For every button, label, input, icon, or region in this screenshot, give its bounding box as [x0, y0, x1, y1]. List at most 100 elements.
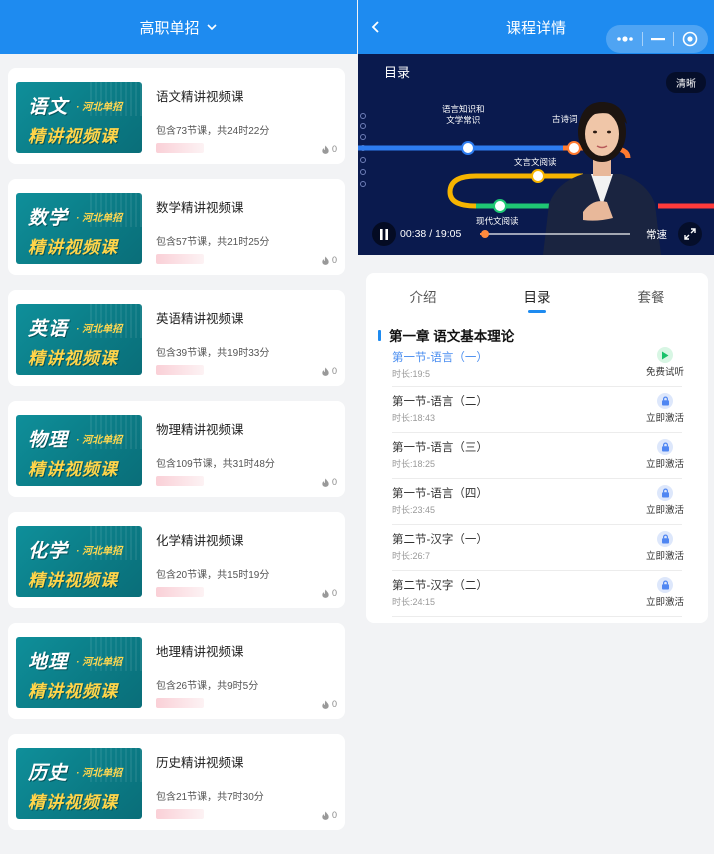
lesson-row[interactable]: 第一节-语言（四） 时长:23:45 立即激活 [392, 479, 684, 525]
activate-button[interactable]: 立即激活 [640, 577, 690, 608]
course-detail-screen: 课程详情 目录 清晰 语言知识和 文学常识 古诗词 文言文阅读 现代文阅读 00… [358, 0, 714, 854]
course-title[interactable]: 语文精讲视频课 [156, 86, 269, 105]
lesson-name: 第二节-汉字（一） [392, 534, 488, 546]
course-thumbnail[interactable]: 语文 · 河北单招 精讲视频课 [16, 82, 142, 153]
more-dots-icon[interactable] [616, 35, 634, 43]
pause-button[interactable] [372, 222, 396, 246]
activate-button[interactable]: 立即激活 [640, 393, 690, 424]
course-thumbnail[interactable]: 物理 · 河北单招 精讲视频课 [16, 415, 142, 486]
lock-icon [657, 531, 673, 547]
chapter-title: 第一章 语文基本理论 [389, 329, 515, 344]
course-list: 语文 · 河北单招 精讲视频课 语文精讲视频课 包含73节课，共24时22分 0 数学 · 河… [0, 54, 357, 830]
pause-icon [380, 228, 388, 240]
flame-icon [322, 255, 329, 265]
activate-button[interactable]: 立即激活 [640, 439, 690, 470]
course-card[interactable]: 化学 · 河北单招 精讲视频课 化学精讲视频课 包含20节课，共15时19分 0 [8, 512, 345, 608]
course-card[interactable]: 物理 · 河北单招 精讲视频课 物理精讲视频课包含109节课，共31时48分 0 [8, 401, 345, 497]
course-meta: 包含26节课，共9时5分 [156, 681, 259, 692]
fullscreen-button[interactable] [678, 222, 702, 246]
lesson-name: 第一节-语言（二） [392, 396, 488, 408]
activate-button[interactable]: 立即激活 [640, 485, 690, 516]
course-title[interactable]: 物理精讲视频课 [156, 419, 275, 438]
course-meta: 包含73节课，共24时22分 [156, 126, 270, 137]
progress-knob[interactable] [480, 230, 489, 238]
lesson-action-label: 立即激活 [645, 413, 684, 424]
course-thumbnail[interactable]: 化学 · 河北单招 精讲视频课 [16, 526, 142, 597]
tab-package[interactable]: 套餐 [594, 273, 708, 319]
course-title[interactable]: 数学精讲视频课 [156, 197, 269, 216]
lesson-row[interactable]: 第一节-语言（二） 时长:18:43 立即激活 [392, 387, 684, 433]
play-icon [657, 347, 673, 363]
lesson-action-label: 立即激活 [645, 505, 684, 516]
activate-button[interactable]: 立即激活 [640, 531, 690, 562]
thumbnail-region: · 河北单招 [76, 435, 123, 446]
lesson-name: 第一节-语言（四） [392, 488, 488, 500]
close-target-icon[interactable] [682, 31, 698, 47]
flame-icon [322, 477, 329, 487]
course-thumbnail[interactable]: 地理 · 河北单招 精讲视频课 [16, 637, 142, 708]
course-card[interactable]: 英语 · 河北单招 精讲视频课 英语精讲视频课 包含39节课，共19时33分 0 [8, 290, 345, 386]
like-number: 0 [331, 699, 337, 709]
course-title[interactable]: 历史精讲视频课 [156, 752, 264, 771]
detail-tabs: 介绍 目录 套餐 [366, 273, 708, 319]
course-price-blurred [156, 143, 204, 153]
course-meta: 包含109节课，共31时48分 [156, 459, 275, 470]
thumbnail-region: · 河北单招 [76, 657, 123, 668]
course-thumbnail[interactable]: 英语 · 河北单招 精讲视频课 [16, 304, 142, 375]
lesson-row[interactable]: 第一节-语言（一） 时长:19:5 免费试听 [392, 345, 684, 387]
like-count[interactable]: 0 [321, 255, 337, 265]
like-number: 0 [331, 366, 337, 376]
chapter-heading: 第一章 语文基本理论 [366, 319, 708, 345]
video-player[interactable]: 目录 清晰 语言知识和 文学常识 古诗词 文言文阅读 现代文阅读 00:38 /… [358, 54, 714, 255]
lesson-duration: 时长:26:7 [392, 551, 431, 561]
course-info: 语文精讲视频课包含73节课，共24时22分 [156, 82, 269, 164]
lesson-action-label: 立即激活 [645, 551, 684, 562]
lesson-name: 第一节-语言（三） [392, 442, 488, 454]
lesson-duration: 时长:24:15 [392, 597, 436, 607]
course-card[interactable]: 数学 · 河北单招 精讲视频课 数学精讲视频课 包含57节课，共21时25分 0 [8, 179, 345, 275]
flame-icon [322, 144, 329, 154]
like-count[interactable]: 0 [321, 366, 337, 376]
course-title[interactable]: 化学精讲视频课 [156, 530, 269, 549]
category-title: 高职单招 [139, 19, 200, 37]
lesson-duration: 时长:18:25 [392, 459, 436, 469]
minimize-icon[interactable] [651, 37, 665, 41]
course-thumbnail[interactable]: 历史 · 河北单招 精讲视频课 [16, 748, 142, 819]
thumbnail-subject: 语文 [28, 97, 69, 118]
tab-intro[interactable]: 介绍 [366, 273, 480, 319]
page-title: 课程详情 [505, 19, 566, 37]
roadmap-node-4 [493, 199, 507, 213]
course-card[interactable]: 语文 · 河北单招 精讲视频课 语文精讲视频课包含73节课，共24时22分 0 [8, 68, 345, 164]
course-title[interactable]: 地理精讲视频课 [156, 641, 258, 660]
free-trial-button[interactable]: 免费试听 [640, 347, 690, 378]
tab-catalog[interactable]: 目录 [480, 273, 594, 319]
course-info: 地理精讲视频课包含26节课，共9时5分 [156, 637, 258, 719]
category-selector[interactable]: 高职单招 [0, 0, 357, 54]
video-progress-bar[interactable] [480, 230, 630, 238]
lesson-name: 第一节-语言（一） [392, 352, 488, 364]
lesson-row[interactable]: 第一节-语言（三） 时长:18:25 立即激活 [392, 433, 684, 479]
roadmap-node-1 [461, 141, 475, 155]
course-card[interactable]: 地理 · 河北单招 精讲视频课 地理精讲视频课包含26节课，共9时5分 0 [8, 623, 345, 719]
thumbnail-tag: 精讲视频课 [28, 793, 118, 812]
course-title[interactable]: 英语精讲视频课 [156, 308, 269, 327]
thumbnail-region: · 河北单招 [76, 768, 123, 779]
course-meta: 包含21节课，共7时30分 [156, 792, 264, 803]
lesson-row[interactable]: 第二节-汉字（一） 时长:26:7 立即激活 [392, 525, 684, 571]
thumbnail-tag: 精讲视频课 [28, 349, 118, 368]
back-arrow-icon[interactable] [368, 19, 384, 35]
lesson-row[interactable]: 第二节-汉字（二） 时长:24:15 立即激活 [392, 571, 684, 617]
course-thumbnail[interactable]: 数学 · 河北单招 精讲视频课 [16, 193, 142, 264]
like-count[interactable]: 0 [321, 699, 337, 709]
like-count[interactable]: 0 [321, 144, 337, 154]
lesson-duration: 时长:19:5 [392, 369, 431, 379]
course-card[interactable]: 历史 · 河北单招 精讲视频课 历史精讲视频课 包含21节课，共7时30分 0 [8, 734, 345, 830]
like-number: 0 [331, 477, 337, 487]
like-count[interactable]: 0 [321, 810, 337, 820]
thumbnail-subject: 数学 [28, 208, 69, 229]
capsule-divider [642, 32, 643, 46]
like-count[interactable]: 0 [321, 588, 337, 598]
like-count[interactable]: 0 [321, 477, 337, 487]
playback-speed-button[interactable]: 常速 [646, 227, 667, 242]
thumbnail-tag: 精讲视频课 [28, 571, 118, 590]
